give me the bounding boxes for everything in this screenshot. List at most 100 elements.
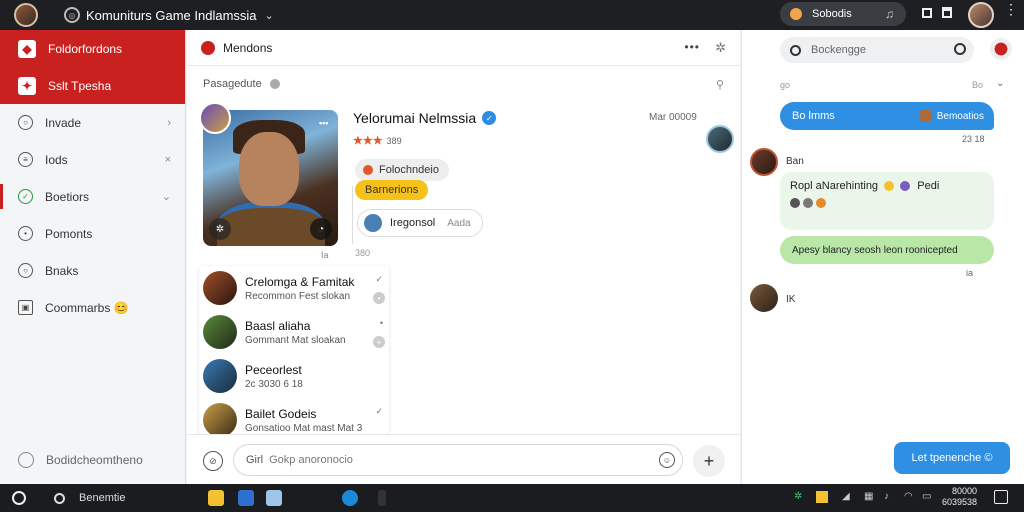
image-more-icon[interactable]: •••: [319, 118, 328, 128]
settings-icon[interactable]: ✲: [209, 218, 231, 240]
main-panel: Mendons ••• ✲ Pasagedute ⚲ ✲ ◔ ••• Ia 38…: [187, 30, 740, 484]
app-icon[interactable]: [378, 490, 386, 506]
status-pill[interactable]: Sobodis ♫: [780, 2, 906, 26]
tray-sound-icon[interactable]: ♪: [884, 491, 889, 502]
panel-title: Mendons: [223, 40, 273, 55]
status-circle-icon: [18, 452, 34, 468]
image-count: 380: [355, 248, 371, 258]
panel-header: Mendons ••• ✲: [187, 30, 740, 66]
sidebar-item-6[interactable]: ○ Bnaks: [0, 252, 185, 289]
sidebar-item-5[interactable]: • Pomonts: [0, 215, 185, 252]
sidebar-item-label: Coommarbs 😊: [45, 300, 129, 315]
gear-icon[interactable]: ✲: [715, 40, 726, 56]
menu-icon[interactable]: ⋮: [1004, 2, 1018, 16]
contact-name: Crelomga & Famitak: [245, 274, 355, 289]
chevron-down-icon[interactable]: ⌄: [265, 9, 274, 22]
sidebar-item-label: Pomonts: [45, 226, 93, 241]
status-dot-icon: [790, 8, 802, 20]
sidebar-item-3[interactable]: ≡ Iods ×: [0, 141, 185, 178]
chat-avatar[interactable]: [990, 38, 1012, 60]
search-submit-icon[interactable]: [954, 43, 966, 55]
files-icon[interactable]: [266, 490, 282, 506]
chat-meta-left: go: [780, 80, 791, 90]
emoji-icon[interactable]: ☺: [659, 452, 675, 468]
message-bubble-outgoing[interactable]: Bo lmms Bemoatios: [780, 102, 994, 130]
window-icon[interactable]: [922, 8, 932, 18]
sidebar-item-2[interactable]: ○ Invade ›: [0, 104, 185, 141]
tray-app-icon[interactable]: ✲: [794, 491, 802, 502]
sidebar-item-label: Bnaks: [45, 263, 79, 278]
character-face: [239, 132, 299, 206]
sidebar-footer[interactable]: Bodidcheomtheno: [18, 452, 143, 468]
store-icon[interactable]: [238, 490, 254, 506]
chevron-down-icon[interactable]: ⌄: [996, 78, 1004, 89]
contact-sub: Gommant Mat sloakan: [245, 334, 346, 346]
search-input[interactable]: Bockengge: [780, 37, 974, 63]
notification-icon[interactable]: [994, 490, 1008, 504]
tag-chip[interactable]: Folochndeio: [355, 159, 449, 181]
sidebar-item-1[interactable]: ✦ Sslt Tpesha: [0, 67, 185, 104]
list-item[interactable]: Crelomga & Famitak Recommon Fest slokan ✓…: [199, 266, 389, 310]
message-tag-label: Bemoatios: [936, 110, 984, 122]
circle-icon: ○: [18, 115, 33, 130]
book-icon: ○: [18, 263, 33, 278]
composer-placeholder: Gokp anoronocio: [269, 454, 353, 466]
folder-icon[interactable]: [208, 490, 224, 506]
add-button[interactable]: +: [693, 445, 725, 477]
action-button[interactable]: Let tpenenche ©: [894, 442, 1010, 474]
taskbar-search-label[interactable]: Benemtie: [79, 492, 125, 504]
active-indicator: [0, 184, 3, 209]
sidebar-item-4[interactable]: ✓ Boetiors ⌄: [0, 178, 185, 215]
tray-network-icon[interactable]: ◢: [842, 491, 850, 502]
verified-icon: ✓: [482, 111, 497, 125]
sidebar-item-0[interactable]: ◆ Foldorfordons: [0, 30, 185, 67]
message-input[interactable]: Girl Gokp anoronocio: [233, 444, 683, 476]
chevron-down-icon[interactable]: ✓: [375, 406, 383, 417]
user-avatar[interactable]: [968, 2, 994, 28]
pin-icon[interactable]: ⚲: [716, 78, 724, 91]
sender-avatar[interactable]: [750, 284, 778, 312]
highlight-chip[interactable]: Barnerions: [355, 180, 429, 200]
more-icon[interactable]: •••: [684, 40, 700, 54]
tray-folder-icon[interactable]: [816, 491, 828, 503]
character-body: [217, 202, 325, 246]
message-bubble-incoming[interactable]: Ropl aNarehinting Pedi: [780, 172, 994, 230]
list-item[interactable]: Baasl aliaha Gommant Mat sloakan • +: [199, 310, 389, 354]
sidebar-item-7[interactable]: ▣ Coommarbs 😊: [0, 289, 185, 326]
app-avatar[interactable]: [14, 3, 38, 27]
sender-name: Ban: [786, 156, 804, 167]
message-text: Apesy blancy seosh leon roonicepted: [792, 244, 958, 256]
avatar: [203, 271, 237, 305]
avatar: [203, 403, 237, 434]
badge-avatar[interactable]: [199, 102, 231, 134]
tray-wifi-icon[interactable]: ◠: [904, 491, 913, 502]
tray-display-icon[interactable]: ▦: [864, 491, 873, 502]
message-meta: 23 18: [962, 134, 985, 144]
sender-avatar[interactable]: [750, 148, 778, 176]
clock[interactable]: 80000 6039538: [942, 486, 977, 508]
contact-sub: Recommon Fest slokan: [245, 290, 351, 302]
sender-name: IK: [786, 294, 796, 305]
reaction-icon: [803, 198, 813, 208]
status-dot-icon: +: [373, 336, 385, 348]
browser-icon[interactable]: [342, 490, 358, 506]
search-icon[interactable]: [54, 492, 65, 504]
tag-chip-label: Folochndeio: [379, 164, 439, 176]
chevron-down-icon: ⌄: [161, 191, 171, 203]
play-icon[interactable]: ◔: [310, 218, 332, 240]
list-item[interactable]: Peceorlest 2c 3030 6 18: [199, 354, 389, 398]
tray-battery-icon[interactable]: ▭: [922, 491, 931, 502]
maximize-icon[interactable]: [942, 7, 952, 18]
message-bubble-outgoing[interactable]: Apesy blancy seosh leon roonicepted: [780, 236, 994, 264]
location-icon: •: [18, 226, 33, 241]
start-icon[interactable]: [12, 491, 26, 505]
message-text: Bo lmms: [792, 110, 835, 122]
headset-icon[interactable]: ♫: [885, 7, 894, 21]
contact-avatar[interactable]: [706, 125, 734, 153]
list-item[interactable]: Bailet Godeis Gonsatioo Mat mast Mat 3 ✓: [199, 398, 389, 434]
compass-icon[interactable]: ⊘: [203, 451, 223, 471]
attachment-chip[interactable]: Iregonsol Aada: [357, 209, 483, 237]
message-tag: Bemoatios: [919, 110, 984, 122]
profile-time: Mar 00009: [649, 112, 697, 123]
info-icon[interactable]: [269, 79, 280, 89]
